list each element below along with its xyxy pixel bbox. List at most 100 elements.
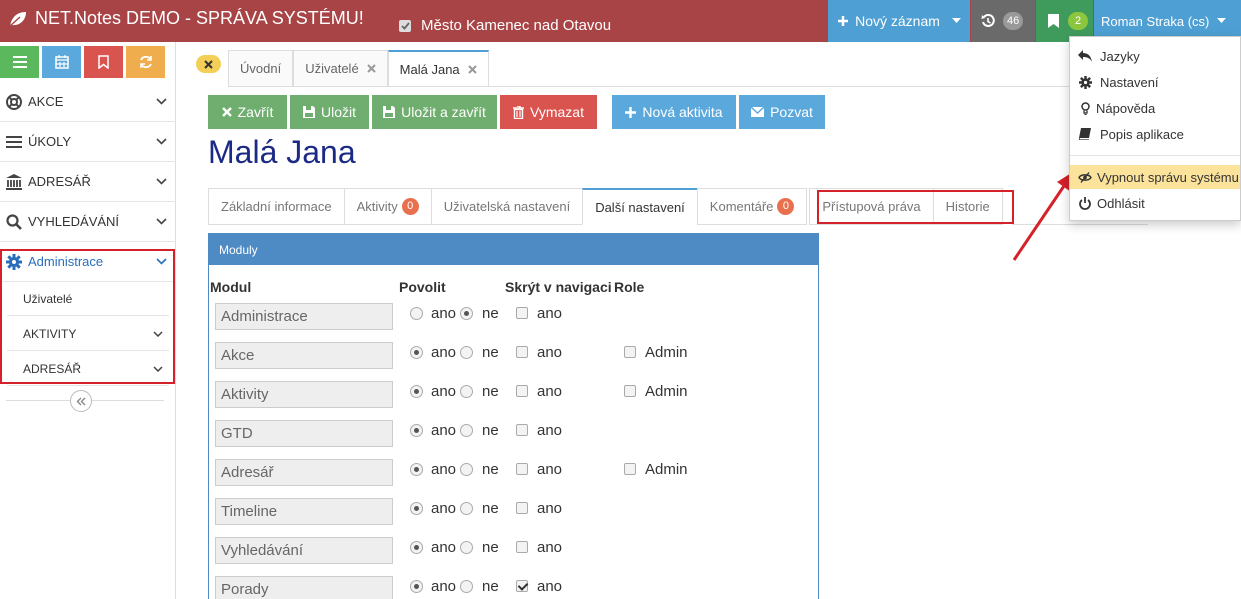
hide-in-navigation-checkbox[interactable] (516, 385, 528, 397)
tab-historie[interactable]: Historie (932, 188, 1003, 225)
tab-aktivity[interactable]: Aktivity 0 (343, 188, 432, 225)
module-row: GTD ano ne ano (209, 420, 818, 459)
enable-yes-radio[interactable] (410, 541, 423, 554)
tab-komentare[interactable]: Komentáře 0 (696, 188, 808, 225)
trash-icon (513, 105, 525, 119)
enable-yes-radio[interactable] (410, 385, 423, 398)
tab-uzivatele[interactable]: Uživatelé (293, 50, 388, 86)
history-button[interactable]: 46 (971, 0, 1035, 42)
sidebar-item-akce[interactable]: AKCE (0, 82, 176, 122)
page-title: Malá Jana (208, 134, 356, 170)
enable-no-radio[interactable] (460, 580, 473, 593)
sidebar-item-ukoly[interactable]: ÚKOLY (0, 122, 176, 162)
tab-dalsi-nastaveni[interactable]: Další nastavení (582, 188, 698, 225)
sidebar-item-administrace[interactable]: Administrace (0, 242, 176, 282)
role-checkbox[interactable] (624, 385, 636, 397)
save-button[interactable]: Uložit (290, 95, 369, 129)
sidebar-subitem-adresar[interactable]: ADRESÁŘ (7, 352, 169, 386)
menu-item-label: Nastavení (1100, 74, 1159, 90)
enable-yes-radio[interactable] (410, 424, 423, 437)
menu-item-vypnout-spravu-systemu[interactable]: Vypnout správu systému (1070, 165, 1240, 189)
quick-button-refresh[interactable] (126, 46, 165, 78)
enable-no-radio[interactable] (460, 502, 473, 515)
column-header-module: Modul (210, 279, 252, 295)
module-name-field: GTD (215, 420, 393, 447)
module-row: Akce ano ne ano Admin (209, 342, 818, 381)
caret-down-icon (1217, 18, 1227, 24)
role-checkbox[interactable] (624, 346, 636, 358)
sidebar-collapse-button[interactable] (70, 390, 92, 412)
chevron-down-icon (153, 330, 163, 337)
enable-yes-label: ano (431, 422, 457, 439)
tab-uvodni[interactable]: Úvodní (228, 50, 294, 86)
floppy-icon (383, 106, 396, 118)
quick-button-calendar[interactable] (42, 46, 81, 78)
city-checkbox[interactable] (399, 19, 411, 32)
enable-yes-radio[interactable] (410, 463, 423, 476)
hide-in-navigation-checkbox[interactable] (516, 346, 528, 358)
new-record-button[interactable]: Nový záznam (828, 0, 970, 42)
enable-yes-radio[interactable] (410, 346, 423, 359)
enable-no-radio[interactable] (460, 346, 473, 359)
role-checkbox[interactable] (624, 463, 636, 475)
modules-panel: Moduly Modul Povolit Skrýt v navigaci Ro… (208, 233, 819, 599)
document-tabs: Úvodní Uživatelé Malá Jana (228, 50, 489, 86)
menu-item-jazyky[interactable]: Jazyky (1070, 43, 1240, 69)
close-button[interactable]: Zavřít (208, 95, 287, 129)
menu-item-popis-aplikace[interactable]: Popis aplikace (1070, 121, 1240, 147)
tab-label: Aktivity (356, 199, 398, 214)
sidebar-subitem-aktivity[interactable]: AKTIVITY (7, 317, 169, 351)
close-icon[interactable] (366, 64, 376, 73)
enable-no-radio[interactable] (460, 385, 473, 398)
enable-no-label: ne (482, 305, 499, 322)
enable-yes-radio[interactable] (410, 502, 423, 515)
tab-mala-jana[interactable]: Malá Jana (387, 50, 489, 86)
enable-no-radio[interactable] (460, 541, 473, 554)
sidebar-item-vyhledavani[interactable]: VYHLEDÁVÁNÍ (0, 202, 176, 242)
app-brand[interactable]: NET.Notes DEMO - SPRÁVA SYSTÉMU! (8, 8, 364, 29)
invite-button[interactable]: Pozvat (739, 95, 825, 129)
detail-tabs: Základní informace Aktivity 0 Uživatelsk… (208, 188, 1003, 225)
hide-in-navigation-checkbox[interactable] (516, 307, 528, 319)
sidebar-item-label: ADRESÁŘ (28, 174, 91, 189)
modules-panel-title: Moduly (209, 234, 818, 265)
double-chevron-left-icon (76, 397, 86, 406)
tab-pristupova-prava[interactable]: Přístupová práva (809, 188, 934, 225)
tab-uzivatelska-nastaveni[interactable]: Uživatelská nastavení (430, 188, 584, 225)
enable-no-radio[interactable] (460, 307, 473, 320)
save-and-close-button[interactable]: Uložit a zavřít (372, 95, 497, 129)
hide-in-navigation-checkbox[interactable] (516, 502, 528, 514)
quick-button-list[interactable] (0, 46, 39, 78)
refresh-icon (139, 55, 153, 69)
module-name-field: Administrace (215, 303, 393, 330)
sidebar-subitem-uzivatele[interactable]: Uživatelé (7, 282, 169, 316)
tab-label: Uživatelé (305, 61, 359, 76)
new-activity-button[interactable]: Nová aktivita (612, 95, 736, 129)
tab-zakladni-informace[interactable]: Základní informace (208, 188, 345, 225)
enable-no-radio[interactable] (460, 463, 473, 476)
close-button-label: Zavřít (237, 104, 274, 120)
city-selector[interactable]: Město Kamenec nad Otavou (399, 17, 611, 34)
chevron-down-icon (146, 258, 176, 265)
quick-button-bookmark[interactable] (84, 46, 123, 78)
sidebar-subitem-label: Uživatelé (23, 291, 73, 306)
menu-item-nastaveni[interactable]: Nastavení (1070, 69, 1240, 95)
hide-in-navigation-checkbox[interactable] (516, 424, 528, 436)
close-all-tabs-button[interactable] (196, 55, 221, 73)
sidebar-subitem-label: ADRESÁŘ (23, 361, 82, 376)
hide-in-navigation-checkbox[interactable] (516, 580, 528, 592)
menu-item-odhlasit[interactable]: Odhlásit (1070, 190, 1240, 216)
sidebar-item-adresar[interactable]: ADRESÁŘ (0, 162, 176, 202)
enable-yes-radio[interactable] (410, 580, 423, 593)
hide-in-navigation-checkbox[interactable] (516, 463, 528, 475)
enable-yes-label: ano (431, 539, 457, 556)
hide-in-navigation-label: ano (537, 305, 563, 322)
enable-yes-label: ano (431, 383, 457, 400)
enable-no-radio[interactable] (460, 424, 473, 437)
menu-item-napoveda[interactable]: Nápověda (1070, 95, 1240, 121)
hide-in-navigation-checkbox[interactable] (516, 541, 528, 553)
close-icon[interactable] (467, 64, 477, 74)
delete-button[interactable]: Vymazat (500, 95, 597, 129)
enable-yes-radio[interactable] (410, 307, 423, 320)
enable-no-label: ne (482, 461, 499, 478)
